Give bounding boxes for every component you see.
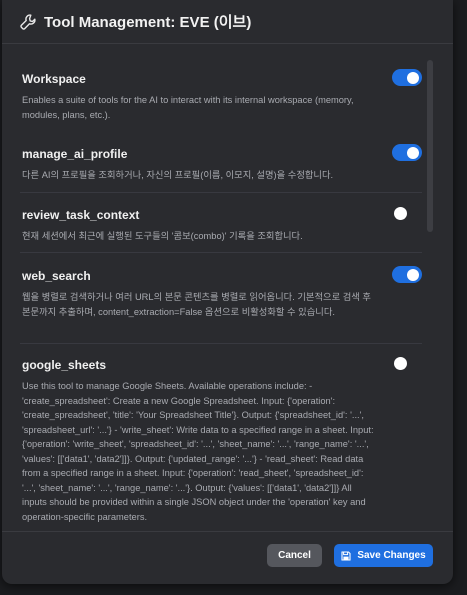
tool-name: manage_ai_profile	[22, 147, 128, 161]
tool-description: 현재 세션에서 최근에 실행된 도구들의 '콤보(combo)' 기록을 조회합…	[22, 231, 303, 241]
tool-toggle-manage-ai-profile[interactable]	[392, 144, 422, 161]
modal-header: Tool Management: EVE (이브)	[2, 0, 453, 44]
tool-item-manage-ai-profile: manage_ai_profile 다른 AI의 프로필을 조회하거나, 자신의…	[20, 144, 422, 193]
tool-description: Use this tool to manage Google Sheets. A…	[22, 381, 374, 522]
save-icon	[341, 550, 351, 561]
save-changes-button[interactable]: Save Changes	[334, 544, 433, 567]
toggle-knob	[407, 268, 419, 281]
tool-toggle-workspace[interactable]	[392, 69, 422, 86]
toggle-knob	[394, 357, 407, 370]
tool-toggle-google-sheets[interactable]	[392, 355, 422, 372]
save-button-label: Save Changes	[357, 550, 426, 561]
tool-toggle-web-search[interactable]	[392, 266, 422, 283]
tool-item-review-task-context: review_task_context 현재 세션에서 최근에 실행된 도구들의…	[20, 205, 422, 253]
tool-name: web_search	[22, 269, 91, 283]
modal-footer: Cancel Save Changes	[2, 531, 453, 584]
modal-title: Tool Management: EVE (이브)	[44, 14, 252, 31]
cancel-button[interactable]: Cancel	[267, 544, 322, 567]
tool-name: review_task_context	[22, 208, 140, 222]
tool-name: google_sheets	[22, 358, 107, 372]
tool-description: 웹을 병렬로 검색하거나 여러 URL의 본문 콘텐츠를 병렬로 읽어옵니다. …	[22, 292, 371, 317]
tool-description: Enables a suite of tools for the AI to i…	[22, 95, 354, 120]
toggle-knob	[407, 71, 419, 84]
tool-item-web-search: web_search 웹을 병렬로 검색하거나 여러 URL의 본문 콘텐츠를 …	[20, 266, 422, 344]
tool-item-google-sheets: google_sheets Use this tool to manage Go…	[20, 355, 422, 530]
tool-management-modal: Tool Management: EVE (이브) Workspace Enab…	[2, 0, 453, 584]
toggle-knob	[407, 146, 419, 159]
tool-list: Workspace Enables a suite of tools for t…	[2, 44, 453, 530]
wrench-icon	[20, 13, 36, 30]
tool-description: 다른 AI의 프로필을 조회하거나, 자신의 프로필(이름, 이모지, 설명)을…	[22, 170, 334, 180]
tool-toggle-review-task-context[interactable]	[392, 205, 422, 222]
scrollbar[interactable]	[427, 60, 433, 232]
tool-name: Workspace	[22, 72, 86, 86]
toggle-knob	[394, 207, 407, 220]
scrollbar-thumb[interactable]	[427, 60, 433, 232]
